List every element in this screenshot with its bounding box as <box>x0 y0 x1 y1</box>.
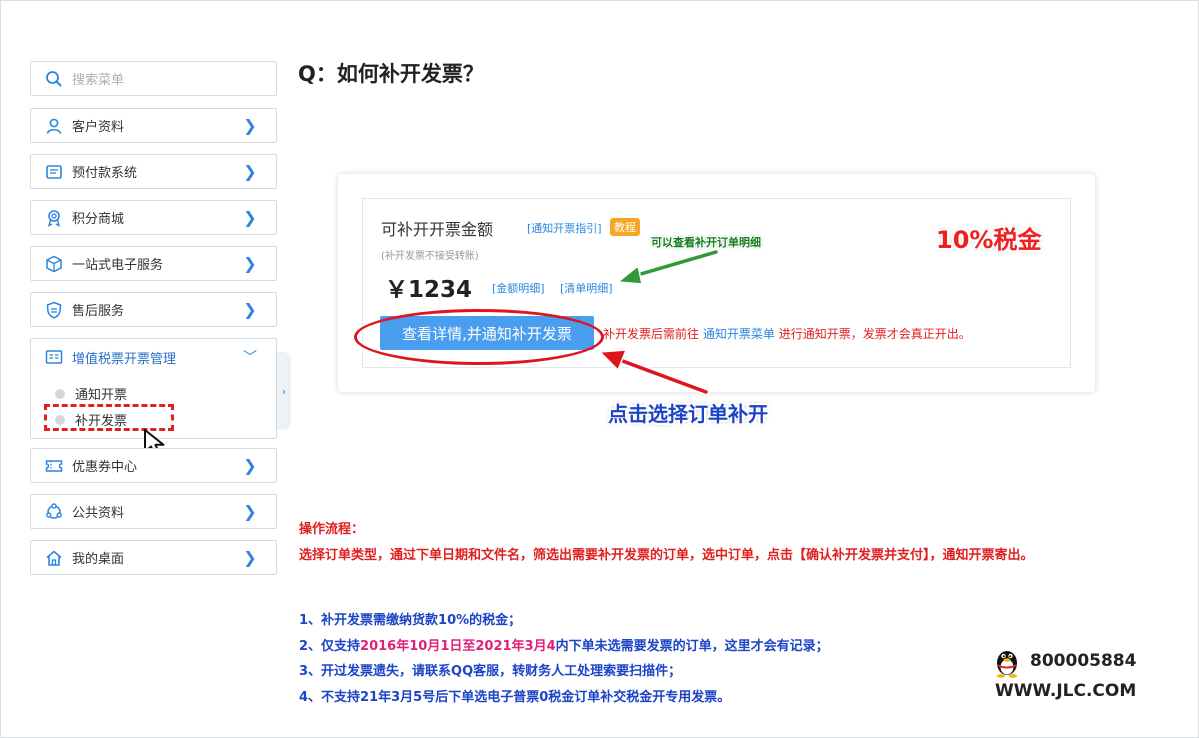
transfer-note: (补开发票不接受转账) <box>381 251 479 262</box>
sub-item-label: 通知开票 <box>75 388 128 403</box>
shield-icon <box>44 300 64 320</box>
highlight-box <box>44 404 174 431</box>
home-icon <box>44 548 64 568</box>
sidebar-item-public[interactable]: 公共资料 ❯ <box>30 494 277 529</box>
hint-text: 补开发票后需前往 <box>603 327 700 341</box>
qq-penguin-icon <box>997 651 1017 678</box>
tutorial-badge[interactable]: 教程 <box>610 218 640 236</box>
click-annotation: 点击选择订单补开 <box>608 402 768 426</box>
qq-number: 800005884 <box>1030 651 1137 671</box>
cube-icon <box>44 254 64 274</box>
vat-invoice-header[interactable]: 增值税票开票管理 ﹀ <box>31 339 276 375</box>
invoice-icon <box>44 347 64 367</box>
process-desc: 选择订单类型，通过下单日期和文件名，筛选出需要补开发票的订单，选中订单，点击【确… <box>299 548 1034 563</box>
rule-1: 1、补开发票需缴纳货款10%的税金； <box>299 613 522 628</box>
sidebar-item-label: 增值税票开票管理 <box>72 351 177 367</box>
search-input[interactable]: 搜索菜单 <box>72 69 276 88</box>
page-title: Q：如何补开发票？ <box>298 62 484 86</box>
guide-link[interactable]: [通知开票指引] <box>527 220 602 236</box>
process-title: 操作流程： <box>299 522 365 537</box>
sidebar-item-points[interactable]: 积分商城 ❯ <box>30 200 277 235</box>
coupon-icon <box>44 456 64 476</box>
rule-4: 4、不支持21年3月5号后下单选电子普票0税金订单补交税金开专用发票。 <box>299 690 731 705</box>
chevron-right-icon: › <box>281 384 287 398</box>
rule-2: 2、仅支持2016年10月1日至2021年3月4内下单未选需要发票的订单，这里才… <box>299 635 829 654</box>
chevron-right-icon: ❯ <box>243 254 257 273</box>
chevron-right-icon: ❯ <box>243 502 257 521</box>
chevron-right-icon: ❯ <box>243 300 257 319</box>
search-icon <box>44 69 64 89</box>
rule-text: 2、仅支持 <box>299 639 361 654</box>
search-box[interactable]: 搜索菜单 <box>30 61 277 96</box>
sidebar-item-label: 售后服务 <box>72 304 125 319</box>
green-arrow-icon <box>616 248 720 285</box>
chevron-right-icon: ❯ <box>243 116 257 135</box>
chevron-right-icon: ❯ <box>243 162 257 181</box>
sidebar-collapse-toggle[interactable]: › <box>277 352 291 430</box>
rule-3: 3、开过发票遗失，请联系QQ客服，转财务人工处理索要扫描件； <box>299 664 682 679</box>
sub-item-notify-invoice[interactable]: 通知开票 <box>55 384 127 403</box>
sidebar-item-aftersale[interactable]: 售后服务 ❯ <box>30 292 277 327</box>
sidebar-item-eservice[interactable]: 一站式电子服务 ❯ <box>30 246 277 281</box>
sidebar-item-label: 积分商城 <box>72 212 125 227</box>
chevron-down-icon: ﹀ <box>243 350 257 366</box>
amount-detail-link[interactable]: [金额明细] <box>492 280 545 296</box>
bullet-icon <box>55 388 65 399</box>
sidebar-item-label: 优惠券中心 <box>72 460 138 475</box>
list-detail-link[interactable]: [清单明细] <box>560 280 613 296</box>
hint-text: 进行通知开票，发票才会真正开出。 <box>778 327 971 341</box>
sidebar-item-prepay[interactable]: 预付款系统 ❯ <box>30 154 277 189</box>
rule-text: 内下单未选需要发票的订单，这里才会有记录； <box>555 639 829 654</box>
amount-title: 可补开开票金额 <box>381 220 494 239</box>
notify-invoice-menu-link[interactable]: 通知开票菜单 <box>703 327 775 341</box>
prepay-icon <box>44 162 64 182</box>
highlight-ring <box>354 309 604 365</box>
chevron-right-icon: ❯ <box>243 548 257 567</box>
website: WWW.JLC.COM <box>995 681 1137 701</box>
reissue-hint: 补开发票后需前往 通知开票菜单 进行通知开票，发票才会真正开出。 <box>603 325 971 342</box>
user-icon <box>44 116 64 136</box>
rule-date-highlight: 2016年10月1日至2021年3月4 <box>360 639 556 654</box>
sidebar-item-label: 预付款系统 <box>72 166 138 181</box>
sidebar-item-customer[interactable]: 客户资料 ❯ <box>30 108 277 143</box>
red-arrow-icon <box>598 349 710 396</box>
tax-annotation: 10%税金 <box>936 226 1042 254</box>
sidebar-item-label: 客户资料 <box>72 120 125 135</box>
sidebar-item-label: 公共资料 <box>72 506 125 521</box>
sidebar-item-label: 我的桌面 <box>72 552 125 567</box>
chevron-right-icon: ❯ <box>243 208 257 227</box>
sidebar-item-label: 一站式电子服务 <box>72 258 164 273</box>
sidebar-item-desktop[interactable]: 我的桌面 ❯ <box>30 540 277 575</box>
amount-value: ￥1234 <box>385 277 473 303</box>
chevron-right-icon: ❯ <box>243 456 257 475</box>
share-icon <box>44 502 64 522</box>
sidebar-item-coupon[interactable]: 优惠券中心 ❯ <box>30 448 277 483</box>
medal-icon <box>44 208 64 228</box>
